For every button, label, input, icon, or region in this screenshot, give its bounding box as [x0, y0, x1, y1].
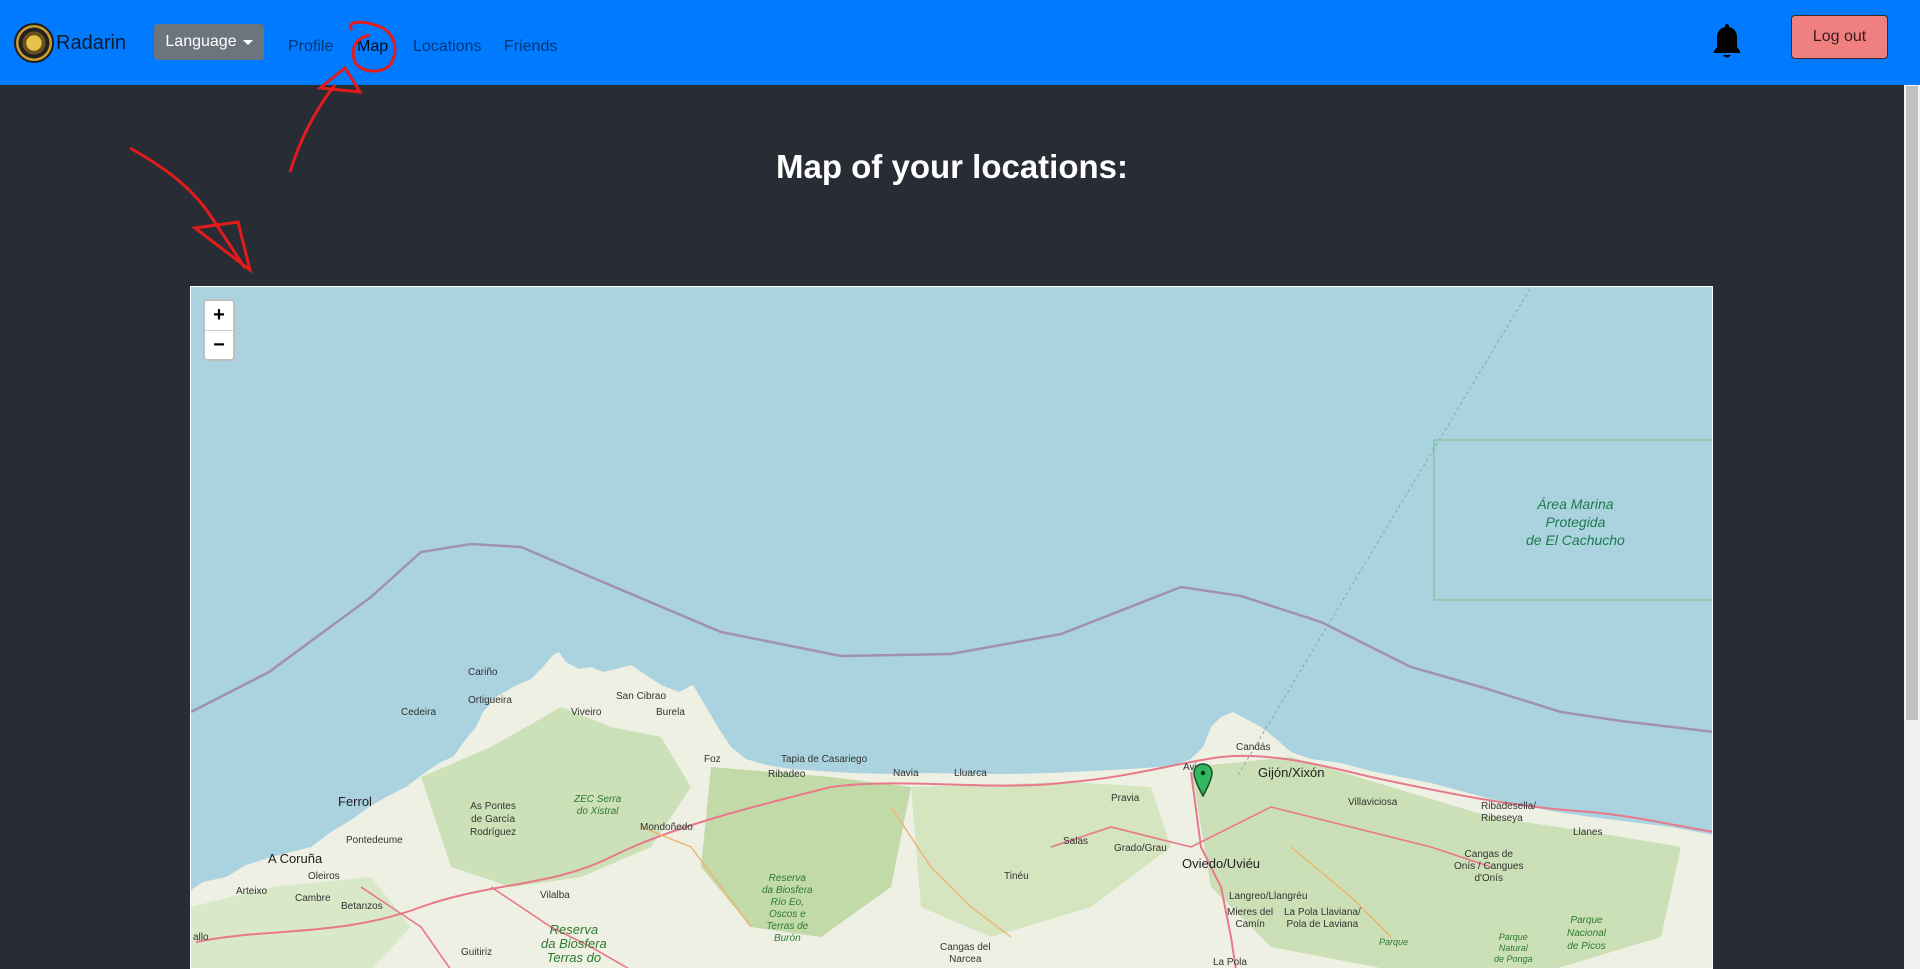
place-label: Cariño: [468, 667, 498, 678]
bell-icon[interactable]: [1712, 22, 1742, 60]
place-label: Parque Nacional de Picos: [1567, 915, 1606, 952]
zoom-out-button[interactable]: −: [205, 331, 233, 360]
place-label: Salas: [1063, 836, 1089, 847]
brand[interactable]: Radarin: [14, 20, 126, 66]
place-label: Grado/Grau: [1114, 843, 1167, 854]
zoom-in-button[interactable]: +: [205, 301, 233, 331]
place-label: Pontedeume: [346, 835, 403, 846]
logout-button[interactable]: Log out: [1791, 15, 1888, 59]
place-label: Tapia de Casariego: [781, 754, 868, 765]
place-label: Navia: [893, 768, 919, 779]
place-label: A Coruña: [268, 851, 323, 866]
nav-link-friends[interactable]: Friends: [504, 38, 557, 56]
language-label: Language: [165, 33, 237, 50]
marine-area-label: Área Marina Protegida de El Cachucho: [1526, 496, 1625, 548]
place-label: Parque Natural de Ponga: [1494, 932, 1533, 964]
radar-logo-icon: [14, 23, 54, 63]
place-label: ZEC Serra do Xistral: [574, 794, 622, 817]
place-label: Ribadesella/ Ribeseya: [1481, 801, 1537, 824]
place-label: Betanzos: [341, 901, 383, 912]
place-label: Ribadeo: [768, 769, 806, 780]
place-label: Arteixo: [236, 886, 268, 897]
nav-link-map[interactable]: Map: [357, 38, 388, 56]
place-label: Pravia: [1111, 793, 1140, 804]
place-label: Cedeira: [401, 707, 437, 718]
place-label: San Cibrao: [616, 691, 667, 702]
place-label: Guitiriz: [461, 947, 493, 958]
place-label: Villaviciosa: [1348, 797, 1398, 808]
place-label: Tinéu: [1004, 871, 1029, 882]
place-label: Foz: [704, 754, 721, 765]
brand-name: Radarin: [56, 31, 127, 54]
place-label: Langreo/Llangréu: [1229, 891, 1308, 902]
language-dropdown-button[interactable]: Language: [154, 24, 264, 60]
nav-link-profile[interactable]: Profile: [288, 38, 333, 56]
place-label: Gijón/Xixón: [1258, 765, 1325, 780]
location-marker-icon[interactable]: [1193, 763, 1213, 797]
zoom-control: + −: [203, 299, 235, 361]
place-label: allo: [193, 932, 209, 943]
place-label: Oviedo/Uviéu: [1182, 856, 1261, 871]
place-label: Ortigueira: [468, 695, 512, 706]
place-label: La Pola: [1213, 957, 1247, 968]
top-navbar: Radarin Language Profile Map Locations F…: [0, 0, 1920, 85]
place-label: As Pontes de García Rodríguez: [470, 801, 517, 838]
place-label: Lluarca: [954, 768, 987, 779]
place-label: Llanes: [1573, 827, 1603, 838]
place-label: Oleiros: [308, 871, 340, 882]
place-label: Parque: [1379, 937, 1409, 947]
map-container[interactable]: + − Área Marina Protegida de El Cachucho…: [190, 286, 1713, 969]
page-title: Map of your locations:: [775, 148, 1128, 185]
place-label: Vilalba: [540, 890, 570, 901]
place-label: Mondoñedo: [640, 822, 693, 833]
place-label: Viveiro: [571, 707, 602, 718]
place-label: Burela: [656, 707, 685, 718]
place-label: Cangas del Narcea: [940, 942, 991, 965]
nav-link-locations[interactable]: Locations: [413, 38, 482, 56]
place-label: Candás: [1236, 742, 1271, 753]
place-label: Mieres del Camín: [1227, 907, 1274, 930]
place-label: Cambre: [295, 893, 331, 904]
place-label: Reserva da Biosfera Río Eo, Oscos e Terr…: [762, 873, 813, 944]
place-label: Ferrol: [338, 794, 372, 809]
place-label: Reserva da Biosfera Terras do: [541, 922, 607, 965]
caret-down-icon: [242, 39, 253, 45]
place-label: La Pola Llaviana/ Pola de Laviana: [1284, 907, 1361, 930]
place-label: Cangas de Onís / Cangues d'Onís: [1454, 849, 1524, 884]
scrollbar-thumb[interactable]: [1906, 86, 1918, 720]
